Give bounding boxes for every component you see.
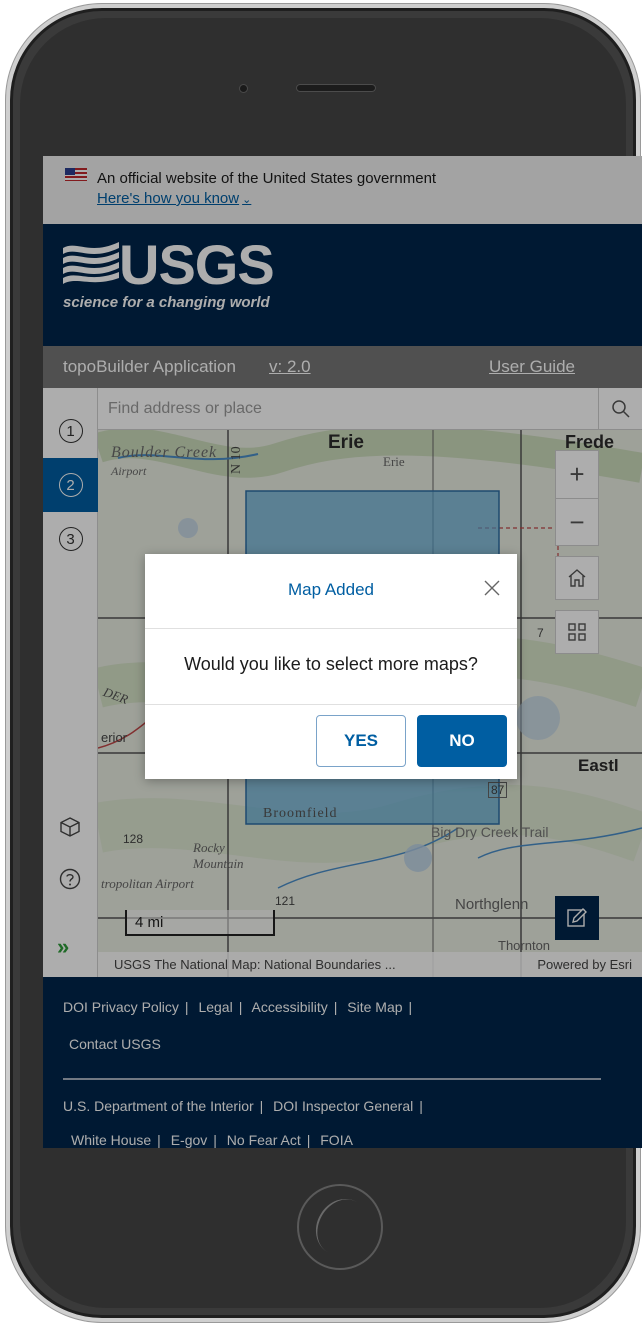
user-guide-link[interactable]: User Guide (489, 357, 575, 377)
search-button[interactable] (598, 388, 642, 430)
map-added-dialog: Map Added Would you like to select more … (145, 554, 517, 779)
home-icon (568, 569, 586, 587)
close-button[interactable] (480, 576, 504, 600)
map-label-thornton: Thornton (498, 938, 551, 953)
step-2-label: 2 (58, 473, 83, 497)
us-flag-icon (65, 168, 87, 181)
map-label-rocky-mountain: Rocky Mountain (193, 840, 244, 871)
yes-button[interactable]: YES (316, 715, 406, 767)
step-3-label: 3 (58, 527, 83, 551)
footer-row-4: White House | E-gov | No Fear Act | FOIA (71, 1132, 353, 1148)
step-2-button[interactable]: 2 (43, 458, 98, 512)
map-label-route-87: 87 (488, 782, 508, 798)
zoom-in-button[interactable]: + (556, 451, 598, 498)
scale-label: 4 mi (135, 914, 164, 931)
app-title: topoBuilder Application (63, 357, 236, 376)
footer-link-foia[interactable]: FOIA (320, 1132, 353, 1148)
attribution-text[interactable]: USGS The National Map: National Boundari… (114, 957, 396, 972)
scale-bar: 4 mi (125, 910, 275, 936)
map-label-airport: Airport (111, 464, 147, 478)
grid-icon (568, 623, 586, 641)
map-label-erie: Erie (328, 432, 364, 453)
search-box (98, 388, 642, 430)
footer-link-privacy[interactable]: DOI Privacy Policy (63, 999, 179, 1015)
chevron-down-icon: ⌄ (242, 194, 252, 206)
footer-row-1: DOI Privacy Policy | Legal | Accessibility… (63, 999, 413, 1015)
usgs-waves-icon[interactable] (63, 240, 119, 284)
map-label-northglenn: Northglenn (455, 896, 529, 913)
map-label-route-121: 121 (275, 894, 296, 908)
footer-row-2: Contact USGS (69, 1036, 161, 1052)
basemap-gallery-button[interactable] (555, 610, 599, 654)
usgs-header: USGS science for a changing world (43, 224, 642, 346)
dialog-title: Map Added (287, 580, 374, 599)
how-you-know-label: Here's how you know (97, 190, 240, 207)
powered-by-esri[interactable]: Powered by Esri (537, 957, 632, 972)
step-1-label: 1 (58, 419, 83, 443)
gov-banner: An official website of the United States… (43, 156, 642, 224)
footer-link-egov[interactable]: E-gov (171, 1132, 208, 1148)
speaker-icon (296, 84, 376, 92)
search-input[interactable] (108, 394, 568, 424)
usgs-tagline: science for a changing world (63, 294, 270, 311)
footer-link-no-fear[interactable]: No Fear Act (227, 1132, 301, 1148)
map-label-big-dry-creek: Big Dry Creek Trail (431, 824, 549, 840)
expand-panel-icon[interactable]: » (57, 934, 69, 960)
how-you-know-link[interactable]: Here's how you know ⌄ (97, 190, 251, 207)
footer-link-site-map[interactable]: Site Map (347, 999, 402, 1015)
zoom-out-button[interactable]: − (556, 498, 598, 545)
map-label-broomfield: Broomfield (263, 806, 338, 821)
footer: DOI Privacy Policy | Legal | Accessibility… (43, 977, 642, 1148)
footer-row-3: U.S. Department of the Interior | DOI Ins… (63, 1098, 423, 1114)
footer-link-white-house[interactable]: White House (71, 1132, 151, 1148)
dialog-message: Would you like to select more maps? (184, 654, 478, 674)
step-rail: 1 2 3 » (43, 388, 98, 977)
help-icon[interactable] (57, 866, 83, 892)
attribution-bar: USGS The National Map: National Boundari… (98, 952, 642, 977)
app-bar: topoBuilder Application v: 2.0 User Guid… (43, 346, 642, 388)
map-label-interior: erior (101, 730, 128, 745)
version-link[interactable]: v: 2.0 (269, 357, 311, 377)
edit-icon (567, 908, 587, 927)
dialog-divider (145, 628, 517, 629)
map-label-route-128: 128 (123, 832, 144, 846)
search-icon (611, 400, 630, 418)
map-label-eastl: Eastl (578, 756, 619, 775)
sketch-button[interactable] (555, 896, 599, 940)
home-extent-button[interactable] (555, 556, 599, 600)
map-label-route-7: 7 (537, 626, 544, 640)
footer-link-legal[interactable]: Legal (198, 999, 232, 1015)
map-label-n103: N 10 (229, 446, 244, 474)
close-icon (484, 580, 500, 596)
step-3-button[interactable]: 3 (43, 512, 98, 566)
footer-link-contact[interactable]: Contact USGS (69, 1036, 161, 1052)
footer-divider (63, 1078, 601, 1080)
map-label-boulder-creek: Boulder Creek (111, 444, 218, 461)
home-button[interactable] (297, 1184, 383, 1270)
footer-link-inspector-general[interactable]: DOI Inspector General (273, 1098, 413, 1114)
gov-banner-text: An official website of the United States… (97, 170, 437, 187)
map-label-erie-small: Erie (383, 454, 405, 469)
footer-link-doi[interactable]: U.S. Department of the Interior (63, 1098, 254, 1114)
dialog-divider (145, 704, 517, 705)
no-button[interactable]: NO (417, 715, 507, 767)
step-1-button[interactable]: 1 (43, 404, 98, 458)
screen: An official website of the United States… (43, 156, 642, 1148)
camera-icon (240, 85, 247, 92)
map-label-metro-airport: tropolitan Airport (101, 876, 194, 891)
usgs-logo-text[interactable]: USGS (119, 232, 275, 297)
cube-3d-icon[interactable] (57, 814, 83, 840)
zoom-control: + − (555, 450, 599, 546)
footer-link-accessibility[interactable]: Accessibility (251, 999, 327, 1015)
